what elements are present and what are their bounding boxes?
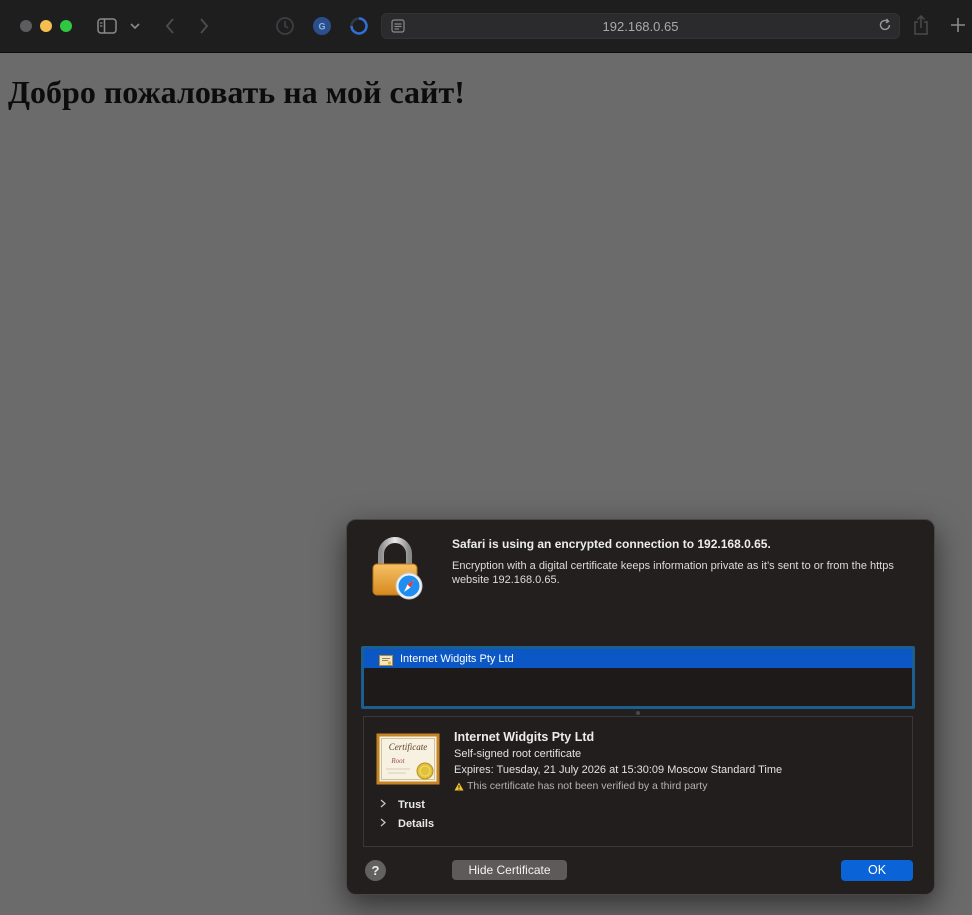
back-button[interactable] [160,14,180,38]
certificate-name: Internet Widgits Pty Ltd [454,730,595,744]
dialog-title: Safari is using an encrypted connection … [452,537,771,551]
address-bar[interactable]: 192.168.0.65 [381,13,900,39]
ok-button[interactable]: OK [841,860,913,881]
certificate-icon: Certificate Root [376,733,440,785]
certificate-dialog: Safari is using an encrypted connection … [346,519,935,895]
warning-icon [454,782,464,791]
window-close-button[interactable] [20,20,32,32]
window-minimize-button[interactable] [40,20,52,32]
svg-text:G: G [318,22,325,32]
window-zoom-button[interactable] [60,20,72,32]
certificate-small-icon [379,653,393,666]
hide-certificate-button[interactable]: Hide Certificate [452,860,567,880]
page-heading: Добро пожаловать на мой сайт! [8,74,465,110]
details-label: Details [398,818,435,830]
certificate-expiry: Expires: Tuesday, 21 July 2026 at 15:30:… [454,764,783,776]
translate-icon[interactable]: G [312,16,332,36]
help-button[interactable]: ? [365,860,386,881]
forward-button[interactable] [194,14,214,38]
certificate-type: Self-signed root certificate [454,748,582,760]
svg-text:Root: Root [390,757,405,765]
certificate-chain-item-label: Internet Widgits Pty Ltd [400,652,514,665]
sidebar-icon[interactable] [96,15,118,37]
chevron-right-icon [380,799,390,811]
address-text[interactable]: 192.168.0.65 [382,19,899,34]
dialog-description: Encryption with a digital certificate ke… [452,560,894,586]
share-icon[interactable] [912,14,930,36]
new-tab-button[interactable] [948,14,968,36]
svg-text:Certificate: Certificate [389,742,428,752]
certificate-warning: This certificate has not been verified b… [454,780,707,792]
reload-icon[interactable] [877,18,893,34]
details-disclosure[interactable]: Details [380,818,434,830]
certificate-warning-text: This certificate has not been verified b… [467,780,708,792]
browser-toolbar: G 192.168.0.65 [0,0,972,53]
trust-disclosure[interactable]: Trust [380,799,425,811]
split-handle[interactable] [636,711,640,715]
trust-label: Trust [398,799,425,811]
certificate-detail-panel: Certificate Root Internet Widgits Pty Lt… [363,716,913,847]
loading-spinner-icon[interactable] [349,16,369,36]
chevron-right-icon [380,818,390,830]
chevron-down-icon[interactable] [128,17,142,35]
certificate-chain-list[interactable]: Internet Widgits Pty Ltd [361,646,915,709]
clock-icon[interactable] [275,16,295,36]
lock-safari-icon [369,536,425,602]
certificate-chain-item[interactable]: Internet Widgits Pty Ltd [364,649,912,668]
